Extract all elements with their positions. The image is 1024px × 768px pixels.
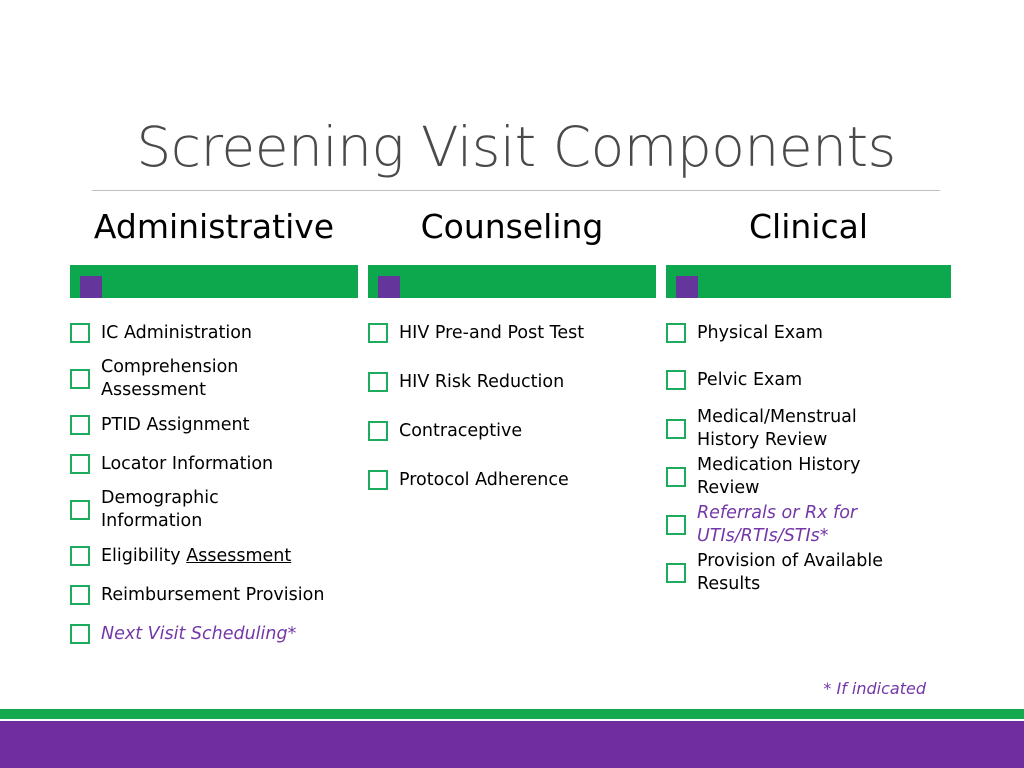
- list-item[interactable]: Eligibility Assessment: [70, 540, 358, 572]
- bottom-green-band: [0, 709, 1024, 719]
- checklist-counseling: HIV Pre-and Post Test HIV Risk Reduction…: [368, 317, 656, 496]
- list-item[interactable]: Comprehension Assessment: [70, 356, 358, 402]
- checkbox-icon[interactable]: [70, 369, 90, 389]
- checkbox-icon[interactable]: [368, 470, 388, 490]
- list-item-label: Protocol Adherence: [399, 469, 569, 490]
- purple-square-marker: [378, 276, 400, 298]
- checkbox-icon[interactable]: [70, 500, 90, 520]
- list-item[interactable]: Pelvic Exam: [666, 364, 951, 396]
- title-block: Screening Visit Components: [92, 112, 940, 192]
- list-item-label: Provision of Available Results: [697, 551, 883, 594]
- column-clinical: Clinical Physical Exam Pelvic Exam Medic…: [666, 205, 951, 598]
- column-bar-counseling: [368, 265, 656, 298]
- list-item[interactable]: Locator Information: [70, 448, 358, 480]
- column-header-clinical: Clinical: [749, 207, 868, 246]
- list-item-label: HIV Risk Reduction: [399, 371, 565, 392]
- checkbox-icon[interactable]: [70, 323, 90, 343]
- list-item-label: Next Visit Scheduling*: [101, 623, 297, 644]
- checkbox-icon[interactable]: [70, 624, 90, 644]
- column-administrative: Administrative IC Administration Compreh…: [70, 205, 358, 657]
- list-item[interactable]: HIV Pre-and Post Test: [368, 317, 656, 349]
- bottom-purple-band: [0, 721, 1024, 768]
- list-item-label: Demographic Information: [101, 488, 219, 531]
- checkbox-icon[interactable]: [666, 563, 686, 583]
- list-item[interactable]: HIV Risk Reduction: [368, 366, 656, 398]
- list-item-label: Referrals or Rx for UTIs/RTIs/STIs*: [697, 503, 858, 546]
- list-item[interactable]: Demographic Information: [70, 487, 358, 533]
- footnote: * If indicated: [823, 679, 926, 698]
- list-item-label: Locator Information: [101, 453, 274, 474]
- list-item[interactable]: Reimbursement Provision: [70, 579, 358, 611]
- green-bar: [666, 265, 951, 298]
- list-item[interactable]: Contraceptive: [368, 415, 656, 447]
- list-item-label: Medication History Review: [697, 455, 861, 498]
- checkbox-icon[interactable]: [70, 415, 90, 435]
- list-item-label: Contraceptive: [399, 420, 523, 441]
- checkbox-icon[interactable]: [666, 467, 686, 487]
- list-item[interactable]: Referrals or Rx for UTIs/RTIs/STIs*: [666, 502, 951, 548]
- checkbox-icon[interactable]: [666, 515, 686, 535]
- green-bar: [70, 265, 358, 298]
- column-bar-administrative: [70, 265, 358, 298]
- list-item-label: Comprehension Assessment: [101, 357, 239, 400]
- checkbox-icon[interactable]: [70, 454, 90, 474]
- title-divider: [92, 190, 940, 191]
- checkbox-icon[interactable]: [666, 419, 686, 439]
- list-item-label-underlined: Assessment: [186, 545, 292, 566]
- column-header-counseling: Counseling: [420, 207, 604, 246]
- list-item-label: Medical/Menstrual History Review: [697, 407, 857, 450]
- list-item-label: Physical Exam: [697, 322, 823, 343]
- checkbox-icon[interactable]: [368, 323, 388, 343]
- page-title: Screening Visit Components: [136, 115, 896, 179]
- green-bar: [368, 265, 656, 298]
- purple-square-marker: [80, 276, 102, 298]
- list-item[interactable]: PTID Assignment: [70, 409, 358, 441]
- list-item-label: PTID Assignment: [101, 414, 250, 435]
- list-item[interactable]: Protocol Adherence: [368, 464, 656, 496]
- checkbox-icon[interactable]: [666, 323, 686, 343]
- checklist-administrative: IC Administration Comprehension Assessme…: [70, 317, 358, 650]
- list-item[interactable]: Medical/Menstrual History Review: [666, 406, 951, 452]
- list-item[interactable]: Next Visit Scheduling*: [70, 618, 358, 650]
- checkbox-icon[interactable]: [368, 421, 388, 441]
- checkbox-icon[interactable]: [70, 585, 90, 605]
- purple-square-marker: [676, 276, 698, 298]
- list-item[interactable]: IC Administration: [70, 317, 358, 349]
- list-item[interactable]: Physical Exam: [666, 317, 951, 349]
- checkbox-icon[interactable]: [666, 370, 686, 390]
- column-counseling: Counseling HIV Pre-and Post Test HIV Ris…: [368, 205, 656, 513]
- columns-container: Administrative IC Administration Compreh…: [0, 205, 1024, 685]
- slide-canvas: Screening Visit Components Administrativ…: [0, 0, 1024, 768]
- list-item-label: HIV Pre-and Post Test: [399, 322, 585, 343]
- list-item-label: Reimbursement Provision: [101, 584, 325, 605]
- checkbox-icon[interactable]: [70, 546, 90, 566]
- list-item[interactable]: Medication History Review: [666, 454, 951, 500]
- list-item[interactable]: Provision of Available Results: [666, 550, 951, 596]
- list-item-label: Eligibility Assessment: [101, 545, 292, 566]
- list-item-label: Pelvic Exam: [697, 369, 803, 390]
- checkbox-icon[interactable]: [368, 372, 388, 392]
- checklist-clinical: Physical Exam Pelvic Exam Medical/Menstr…: [666, 317, 951, 596]
- column-header-administrative: Administrative: [93, 207, 335, 246]
- list-item-label: IC Administration: [101, 322, 252, 343]
- column-bar-clinical: [666, 265, 951, 298]
